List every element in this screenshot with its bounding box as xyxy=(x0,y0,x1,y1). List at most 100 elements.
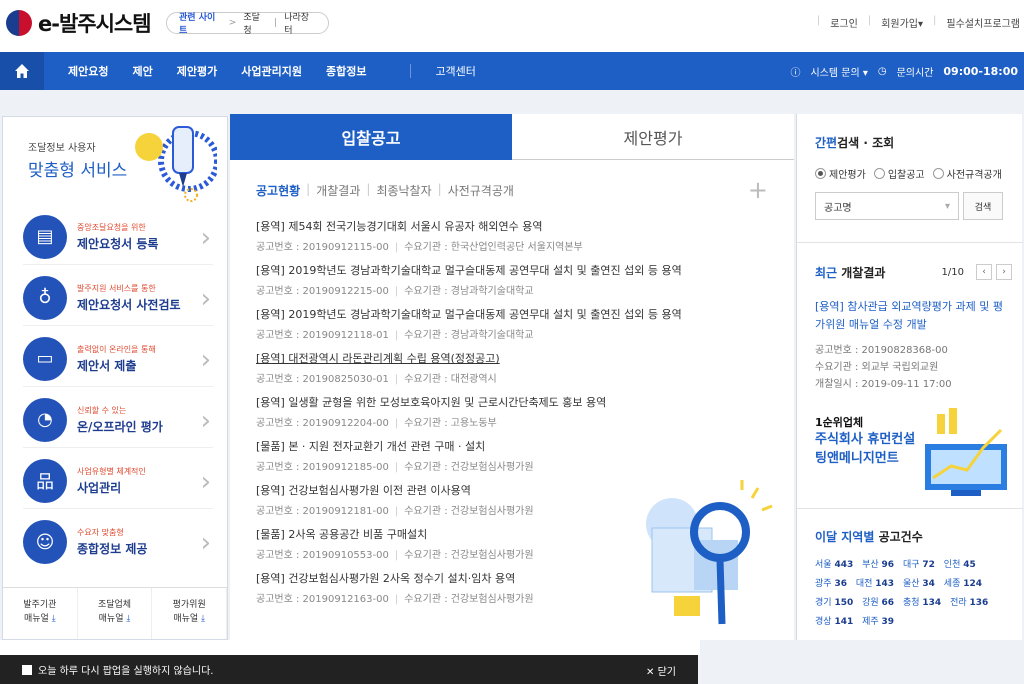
notice-agency: 수요기관 : 한국산업인력공단 서울지역본부 xyxy=(404,242,583,253)
service-project-management[interactable]: 品 사업유형별 체계적인사업관리 › xyxy=(23,453,213,509)
inquiry-time-label: 문의시간 xyxy=(896,67,934,79)
chat-bubble-icon: ◔ xyxy=(23,397,67,442)
notice-number: 공고번호 : 20190912204-00 xyxy=(256,418,389,429)
service-proposal-register[interactable]: ▤ 중앙조달요청을 위한 제안요청서 등록 › xyxy=(23,209,213,265)
home-button[interactable] xyxy=(0,52,44,90)
taegeuk-logo-icon xyxy=(6,10,32,36)
service-proposal-submit[interactable]: ▭ 출력없이 온라인을 통해 제안서 제출 › xyxy=(23,331,213,387)
main-nav: 제안요청 제안 제안평가 사업관리지원 종합정보 고객센터 ⓘ 시스템 문의 ▾… xyxy=(0,52,1024,90)
subtab-notice-status[interactable]: 공고현황 xyxy=(256,182,300,199)
site-logo[interactable]: e-발주시스템 xyxy=(6,8,152,38)
manual-evaluator-button[interactable]: 평가위원 매뉴얼 ⤓ xyxy=(152,588,228,639)
notice-title[interactable]: [용역] 2019학년도 경남과학기술대학교 멀구슬대동제 공연무대 설치 및 … xyxy=(256,262,776,278)
top-bar: e-발주시스템 관련 사이트 > 조달청 | 나라장터 | 로그인 | 회원가입… xyxy=(0,0,1024,52)
prev-button[interactable]: ‹ xyxy=(976,264,992,280)
manual-agency-button[interactable]: 발주기관 매뉴얼 ⤓ xyxy=(3,588,78,639)
service-title: 제안요청서 사전검토 xyxy=(77,297,181,312)
notice-title[interactable]: [용역] 제54회 전국기능경기대회 서울시 유공자 해외연수 용역 xyxy=(256,218,776,234)
nav-item-general-info[interactable]: 종합정보 xyxy=(326,63,366,79)
growth-chart-illustration-icon xyxy=(925,408,1007,496)
folder-icon: ▭ xyxy=(23,336,67,381)
service-title: 제안서 제출 xyxy=(77,358,137,373)
notice-agency: 수요기관 : 대전광역시 xyxy=(404,374,497,385)
org-chart-icon: 品 xyxy=(23,458,67,503)
custom-service-subtitle: 조달정보 사용자 xyxy=(28,143,96,154)
notice-title[interactable]: [용역] 일생활 균형을 위한 모성보호육아지원 및 근로시간단축제도 홍보 용… xyxy=(256,394,776,410)
chevron-right-icon: › xyxy=(200,467,211,497)
notice-title[interactable]: [용역] 2019학년도 경남과학기술대학교 멀구슬대동제 공연무대 설치 및 … xyxy=(256,306,776,322)
rank-label: 1순위업체 xyxy=(815,416,864,429)
related-link-pps[interactable]: 조달청 xyxy=(243,10,267,36)
radio-proposal-eval[interactable]: 제안평가 xyxy=(815,166,866,181)
quick-search-title: 간편검색 · 조회 xyxy=(815,136,895,150)
region-row: 경상 141 제주 39 xyxy=(815,617,895,627)
notice-title[interactable]: [용역] 대전광역시 라돈관리계획 수립 용역(정정공고) xyxy=(256,350,776,366)
list-item[interactable]: [용역] 2019학년도 경남과학기술대학교 멀구슬대동제 공연무대 설치 및 … xyxy=(256,306,776,350)
service-online-offline-evaluation[interactable]: ◔ 신뢰할 수 있는 온/오프라인 평가 › xyxy=(23,392,213,448)
dont-show-today-checkbox[interactable] xyxy=(22,664,32,675)
next-button[interactable]: › xyxy=(996,264,1012,280)
subtab-opening-result[interactable]: 개찰결과 xyxy=(316,182,360,199)
notice-title[interactable]: [물품] 본 · 지원 전자교환기 개선 관련 구매 · 설치 xyxy=(256,438,776,454)
notice-number: 공고번호 : 20190825030-01 xyxy=(256,374,389,385)
related-link-naramarket[interactable]: 나라장터 xyxy=(284,10,316,36)
notice-number: 공고번호 : 20190910553-00 xyxy=(256,550,389,561)
subtab-final-winner[interactable]: 최종낙찰자 xyxy=(376,182,431,199)
tab-proposal-evaluation[interactable]: 제안평가 xyxy=(512,114,794,160)
list-item[interactable]: [물품] 본 · 지원 전자교환기 개선 관련 구매 · 설치 공고번호 : 20… xyxy=(256,438,776,482)
recent-result-meta: 공고번호 : 20190828368-00 수요기관 : 외교부 국립외교원 개… xyxy=(815,345,952,390)
notice-agency: 수요기관 : 경남과학기술대학교 xyxy=(404,286,534,297)
service-title: 사업관리 xyxy=(77,480,122,495)
service-general-info[interactable]: ☺ 수요자 맞춤형 종합정보 제공 › xyxy=(23,514,213,570)
notice-number: 공고번호 : 20190912163-00 xyxy=(256,594,389,605)
list-item[interactable]: [용역] 일생활 균형을 위한 모성보호육아지원 및 근로시간단축제도 홍보 용… xyxy=(256,394,776,438)
service-proposal-prereview[interactable]: ♁ 발주지원 서비스를 통한 제안요청서 사전검토 › xyxy=(23,270,213,326)
recent-result-link[interactable]: [용역] 참사관급 외교역량평가 과제 및 평가위원 매뉴얼 수정 개발 xyxy=(815,298,1007,334)
service-sub: 출력없이 온라인을 통해 xyxy=(77,344,156,354)
search-button[interactable]: 검색 xyxy=(963,192,1003,220)
recent-pager: 1/10 ‹ › xyxy=(942,264,1012,280)
list-item[interactable]: [용역] 2019학년도 경남과학기술대학교 멀구슬대동제 공연무대 설치 및 … xyxy=(256,262,776,306)
nav-item-proposal-evaluation[interactable]: 제안평가 xyxy=(177,63,217,79)
chevron-right-icon: › xyxy=(200,284,211,314)
popup-strip xyxy=(0,640,700,655)
service-title: 온/오프라인 평가 xyxy=(77,419,163,434)
notice-subtabs: 공고현황 | 개찰결과 | 최종낙찰자 | 사전규격공개 xyxy=(256,182,514,199)
list-item[interactable]: [용역] 제54회 전국기능경기대회 서울시 유공자 해외연수 용역 공고번호 :… xyxy=(256,218,776,262)
related-sites-arrow: > xyxy=(228,18,237,28)
service-sub: 사업유형별 체계적인 xyxy=(77,466,146,476)
more-plus-icon[interactable]: + xyxy=(748,176,768,204)
list-item[interactable]: [용역] 대전광역시 라돈관리계획 수립 용역(정정공고) 공고번호 : 2019… xyxy=(256,350,776,394)
divider: | xyxy=(274,18,278,28)
close-icon: ✕ xyxy=(646,667,655,678)
chevron-right-icon: › xyxy=(200,223,211,253)
radio-pre-spec[interactable]: 사전규격공개 xyxy=(932,166,1002,181)
search-field-select[interactable]: 공고명 ▾ xyxy=(815,192,959,220)
service-sub: 신뢰할 수 있는 xyxy=(77,405,127,415)
login-link[interactable]: 로그인 xyxy=(830,15,858,30)
quick-search-radios: 제안평가 입찰공고 사전규격공개 xyxy=(815,166,1002,181)
related-sites-label: 관련 사이트 xyxy=(179,13,216,36)
system-inquiry-dropdown[interactable]: 시스템 문의 ▾ xyxy=(810,64,867,79)
users-icon: ☺ xyxy=(23,520,67,564)
region-row: 경기 150 강원 66 충청 134 전라 136 xyxy=(815,598,989,608)
region-row: 서울 443 부산 96 대구 72 인천 45 xyxy=(815,560,976,570)
signup-link[interactable]: 회원가입▾ xyxy=(881,15,923,30)
logo-text: e-발주시스템 xyxy=(38,12,152,36)
nav-item-proposal-request[interactable]: 제안요청 xyxy=(68,63,108,79)
document-form-icon: ▤ xyxy=(23,214,67,259)
divider xyxy=(797,242,1023,243)
notice-number: 공고번호 : 20190912215-00 xyxy=(256,286,389,297)
dont-show-today-label[interactable]: 오늘 하루 다시 팝업을 실행하지 않습니다. xyxy=(38,662,213,677)
required-programs-link[interactable]: 필수설치프로그램 xyxy=(946,15,1020,30)
nav-item-customer-center[interactable]: 고객센터 xyxy=(435,63,475,79)
popup-close-button[interactable]: ✕ 닫기 xyxy=(646,663,676,678)
service-title: 제안요청서 등록 xyxy=(77,236,159,251)
nav-item-project-support[interactable]: 사업관리지원 xyxy=(241,63,302,79)
subtab-pre-spec[interactable]: 사전규격공개 xyxy=(448,182,514,199)
notice-agency: 수요기관 : 경남과학기술대학교 xyxy=(404,330,534,341)
manual-supplier-button[interactable]: 조달업체 매뉴얼 ⤓ xyxy=(78,588,153,639)
tab-bid-notice[interactable]: 입찰공고 xyxy=(230,114,512,160)
nav-item-proposal[interactable]: 제안 xyxy=(132,63,152,79)
radio-bid-notice[interactable]: 입찰공고 xyxy=(873,166,925,181)
